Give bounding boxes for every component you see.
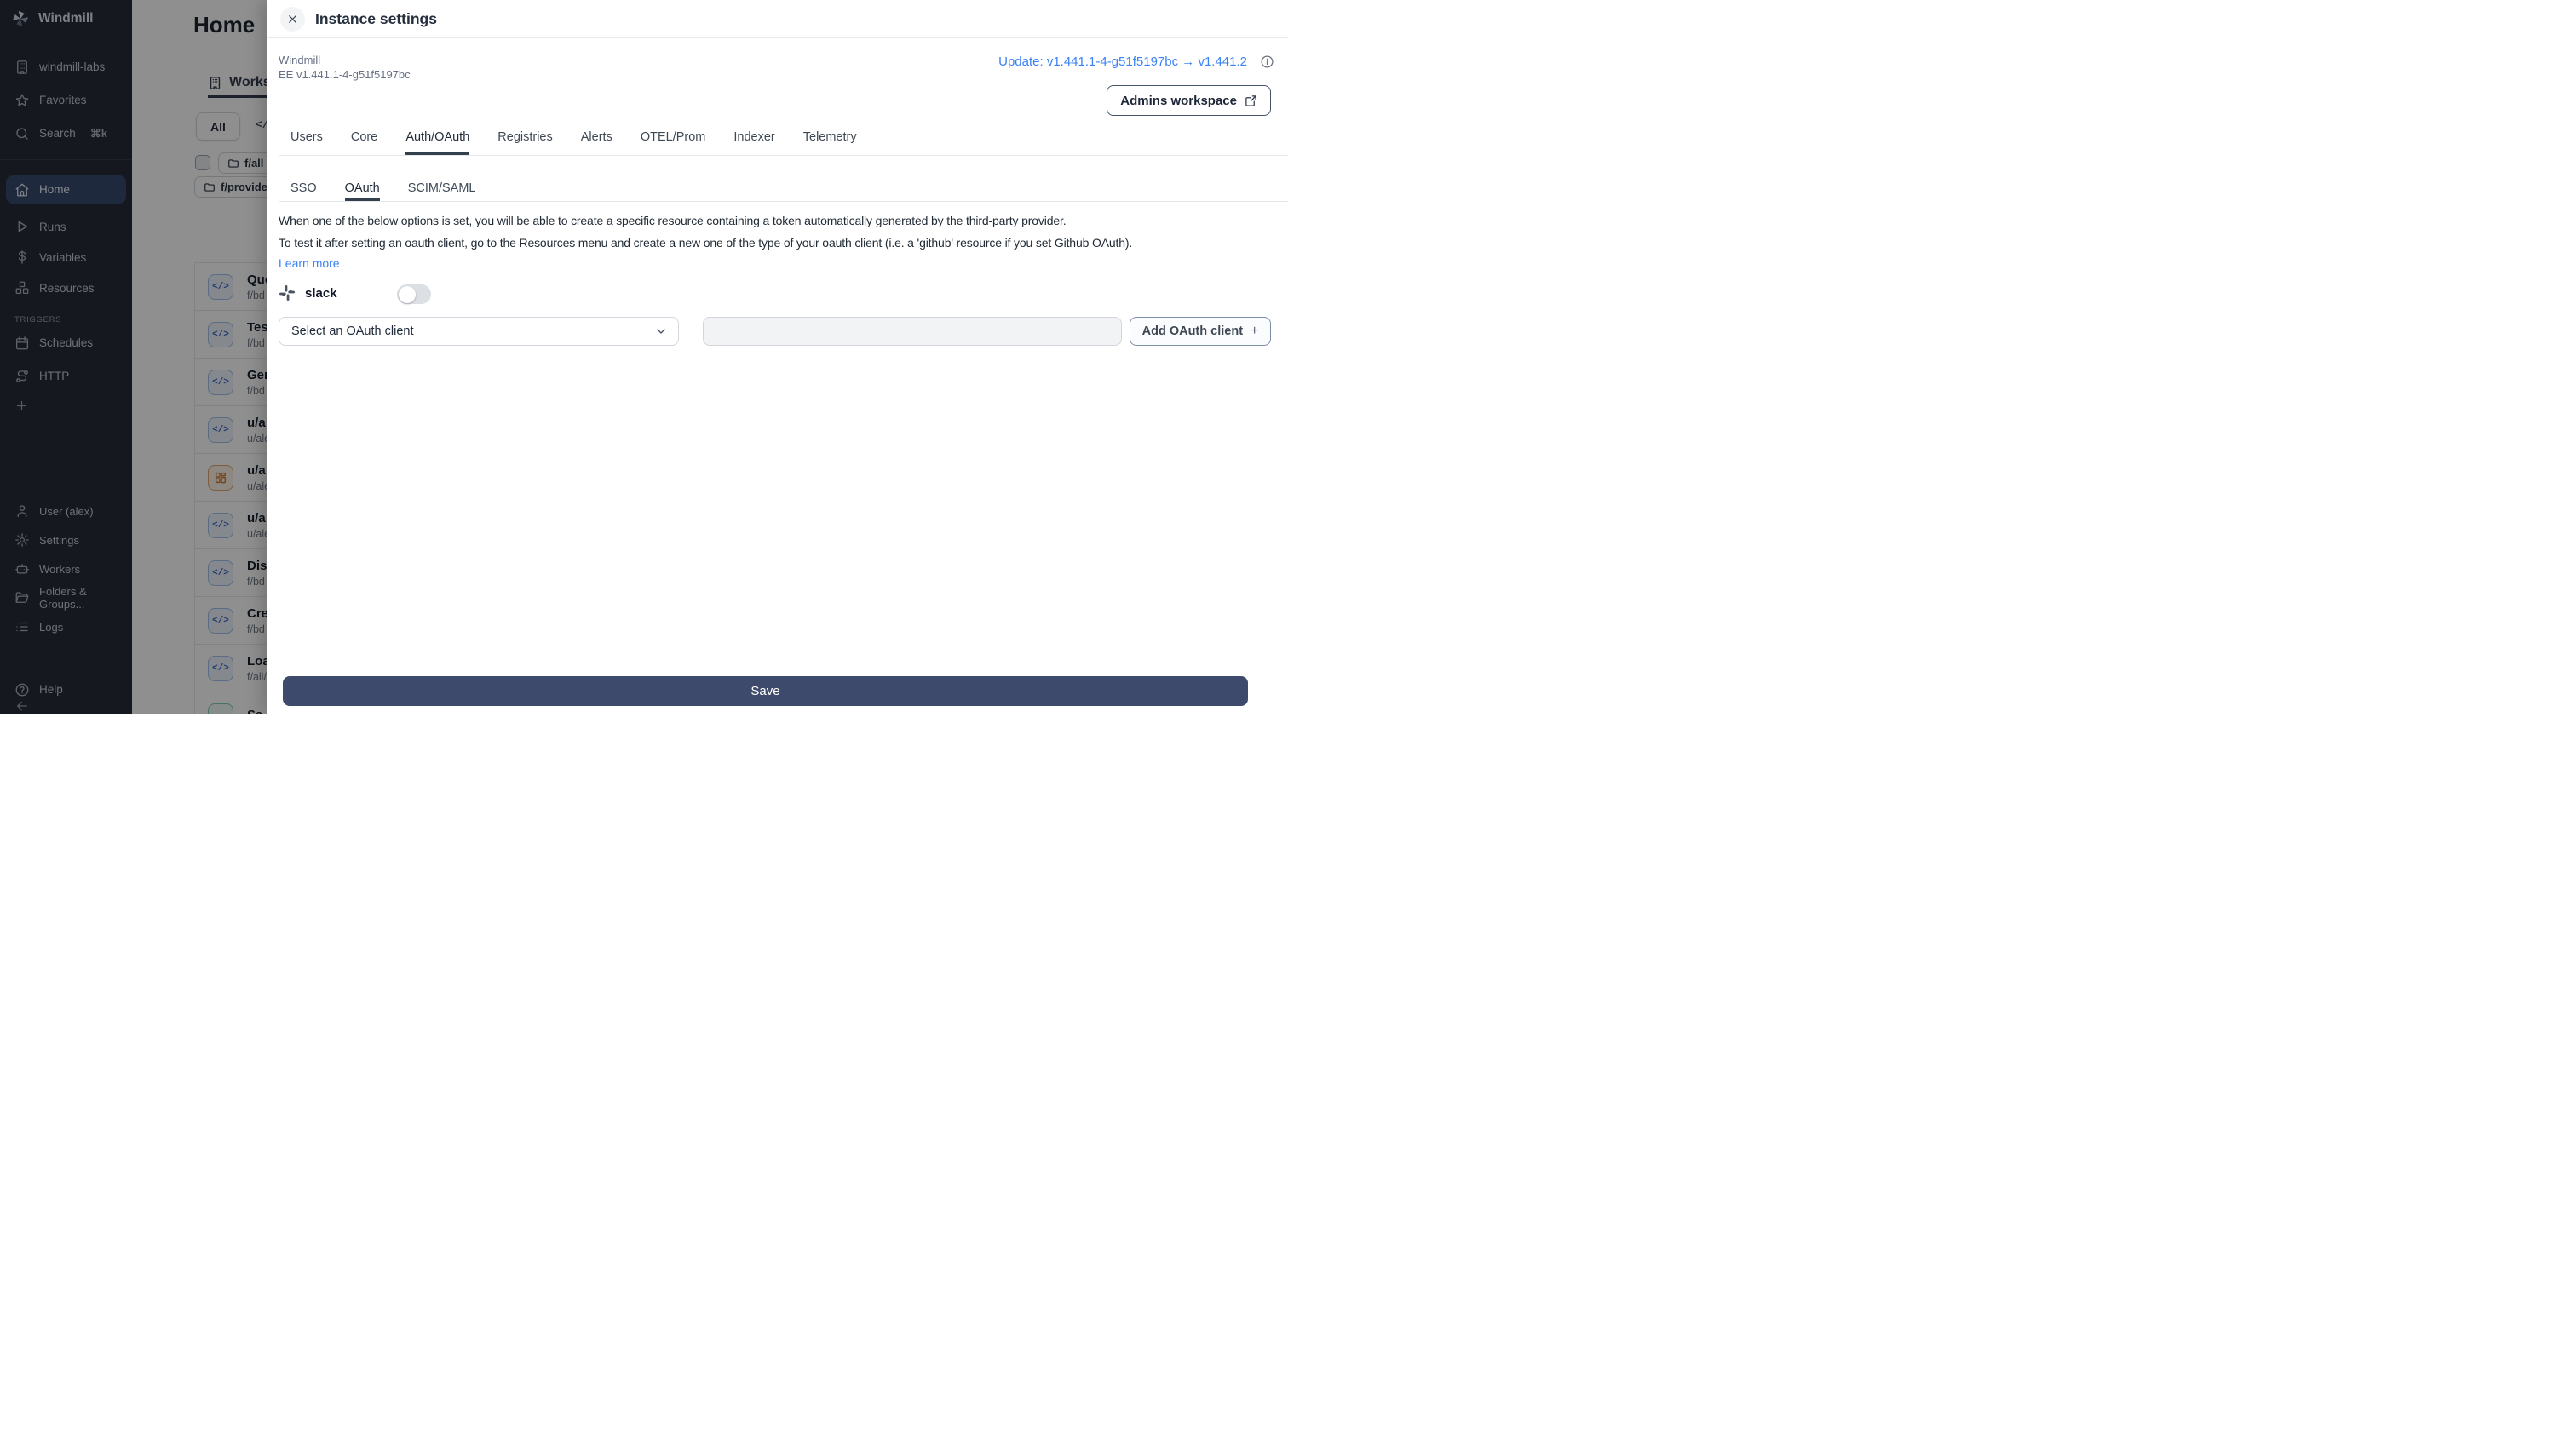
update-version-link[interactable]: Update: v1.441.1-4-g51f5197bc → v1.441.2 [998, 55, 1247, 69]
toggle-knob [399, 285, 416, 303]
oauth-client-input[interactable] [703, 317, 1122, 346]
info-icon[interactable] [1260, 55, 1274, 69]
tab-registries[interactable]: Registries [497, 124, 552, 155]
tab-otel-prom[interactable]: OTEL/Prom [641, 124, 706, 155]
drawer-title: Instance settings [315, 9, 437, 27]
add-oauth-client-button[interactable]: Add OAuth client + [1130, 317, 1271, 346]
slack-label: slack [305, 285, 337, 301]
slack-icon [279, 284, 296, 301]
close-icon [287, 14, 298, 25]
tab-auth-oauth[interactable]: Auth/OAuth [405, 124, 469, 155]
description-line-1: When one of the below options is set, yo… [279, 214, 1067, 227]
learn-more-link[interactable]: Learn more [279, 256, 340, 270]
settings-tabs: Users Core Auth/OAuth Registries Alerts … [279, 124, 1288, 156]
instance-name: Windmill [279, 54, 321, 66]
tab-users[interactable]: Users [290, 124, 323, 155]
tab-telemetry[interactable]: Telemetry [803, 124, 857, 155]
tab-indexer[interactable]: Indexer [733, 124, 774, 155]
admins-workspace-label: Admins workspace [1120, 93, 1237, 108]
tab-core[interactable]: Core [351, 124, 377, 155]
slack-oauth-row: slack [279, 284, 337, 301]
external-link-icon [1245, 95, 1257, 107]
app-root: Windmill windmill-labs Favorites Search … [0, 0, 1288, 714]
drawer-header: Instance settings [267, 0, 1288, 38]
save-button[interactable]: Save [283, 676, 1248, 706]
subtab-sso[interactable]: SSO [290, 167, 317, 201]
auth-subtabs: SSO OAuth SCIM/SAML [279, 167, 1288, 202]
close-button[interactable] [280, 6, 305, 32]
description-line-2: To test it after setting an oauth client… [279, 236, 1133, 250]
chevron-down-icon [654, 324, 668, 338]
instance-version: EE v1.441.1-4-g51f5197bc [279, 67, 411, 81]
instance-meta: Windmill EE v1.441.1-4-g51f5197bc [279, 54, 411, 82]
admins-workspace-button[interactable]: Admins workspace [1107, 85, 1271, 116]
subtab-oauth[interactable]: OAuth [345, 167, 380, 201]
subtab-scim-saml[interactable]: SCIM/SAML [408, 167, 476, 201]
plus-icon: + [1251, 324, 1259, 338]
tab-alerts[interactable]: Alerts [581, 124, 612, 155]
update-row: Update: v1.441.1-4-g51f5197bc → v1.441.2 [998, 55, 1274, 69]
slack-oauth-toggle[interactable] [397, 284, 431, 304]
instance-settings-drawer: Instance settings Windmill EE v1.441.1-4… [267, 0, 1288, 714]
oauth-client-select[interactable]: Select an OAuth client [279, 317, 679, 346]
add-oauth-client-label: Add OAuth client [1141, 324, 1244, 338]
oauth-client-select-value: Select an OAuth client [291, 324, 414, 338]
